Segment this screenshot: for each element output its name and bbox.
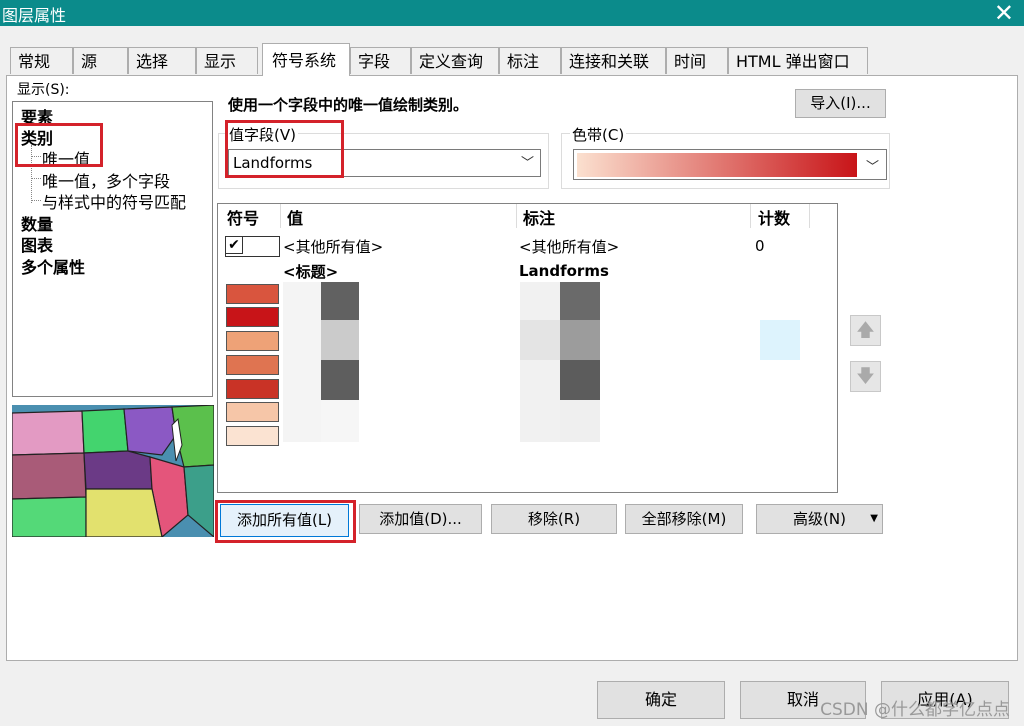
column-divider: [750, 204, 751, 228]
close-icon[interactable]: ✕: [994, 0, 1014, 26]
import-button[interactable]: 导入(I)...: [795, 89, 886, 118]
move-down-button[interactable]: 🡇: [850, 361, 881, 392]
advanced-button[interactable]: 高级(N) ▼: [756, 504, 883, 534]
other-values-value: <其他所有值>: [283, 238, 384, 256]
other-values-label: <其他所有值>: [519, 238, 620, 256]
title-bar: [0, 0, 1024, 26]
advanced-button-label: 高级(N): [793, 510, 846, 528]
symbol-swatch[interactable]: [226, 379, 279, 399]
redacted-value: [321, 320, 359, 360]
tab-time[interactable]: 时间: [666, 47, 728, 74]
redacted-label: [560, 400, 600, 442]
column-divider: [809, 204, 810, 228]
symbol-swatch[interactable]: [226, 426, 279, 446]
redacted-label: [520, 282, 560, 442]
symbol-swatch[interactable]: [226, 284, 279, 304]
watermark: CSDN @什么都学亿点点: [820, 700, 1010, 720]
remove-button[interactable]: 移除(R): [491, 504, 617, 534]
symbol-swatch[interactable]: [226, 331, 279, 351]
tab-labels[interactable]: 标注: [499, 47, 561, 74]
symbol-swatch[interactable]: [226, 355, 279, 375]
redacted-count: [760, 320, 800, 360]
column-header-count[interactable]: 计数: [758, 205, 790, 229]
column-divider: [516, 204, 517, 228]
heading-row-label: Landforms: [519, 262, 609, 280]
tree-connector: [31, 200, 41, 201]
preview-map: [12, 405, 214, 537]
tab-html-popup[interactable]: HTML 弹出窗口: [728, 47, 868, 74]
tab-joins-relates[interactable]: 连接和关联: [561, 47, 666, 74]
redacted-label: [560, 360, 600, 400]
tab-display[interactable]: 显示: [196, 47, 258, 74]
column-header-label[interactable]: 标注: [523, 205, 555, 229]
other-values-checkbox[interactable]: ✔: [225, 236, 243, 254]
symbology-description: 使用一个字段中的唯一值绘制类别。: [228, 96, 469, 114]
tree-item-charts[interactable]: 图表: [21, 232, 53, 256]
redacted-label: [560, 282, 600, 320]
redacted-label: [560, 320, 600, 360]
redacted-label: [520, 320, 560, 360]
ok-button[interactable]: 确定: [597, 681, 725, 719]
value-field-value: Landforms: [233, 154, 313, 172]
chevron-down-icon[interactable]: ﹀: [521, 152, 534, 171]
tab-symbology[interactable]: 符号系统: [262, 43, 350, 76]
heading-row-value: <标题>: [283, 263, 339, 281]
redacted-value: [321, 282, 359, 320]
add-all-values-button[interactable]: 添加所有值(L): [220, 504, 349, 537]
tab-definition-query[interactable]: 定义查询: [411, 47, 499, 74]
tree-connector: [31, 156, 41, 157]
remove-all-button[interactable]: 全部移除(M): [625, 504, 743, 534]
add-value-button[interactable]: 添加值(D)...: [359, 504, 482, 534]
redacted-value: [283, 282, 321, 442]
tree-item-unique-values[interactable]: 唯一值: [42, 146, 90, 170]
window-title: 图层属性: [2, 6, 67, 25]
color-ramp-gradient: [577, 153, 857, 177]
tab-selection[interactable]: 选择: [128, 47, 196, 74]
redacted-value: [321, 400, 359, 442]
show-label: 显示(S):: [17, 82, 70, 98]
column-header-value[interactable]: 值: [287, 205, 303, 229]
tree-item-multiple-attributes[interactable]: 多个属性: [21, 254, 85, 278]
symbol-swatch[interactable]: [226, 307, 279, 327]
symbol-swatch[interactable]: [226, 402, 279, 422]
dropdown-arrow-icon: ▼: [870, 513, 878, 524]
chevron-down-icon[interactable]: ﹀: [866, 156, 879, 175]
tab-fields[interactable]: 字段: [350, 47, 411, 74]
tree-connector: [31, 178, 41, 179]
tab-source[interactable]: 源: [73, 47, 128, 74]
tree-connector: [31, 145, 32, 203]
redacted-value: [321, 360, 359, 400]
tree-item-match-to-style[interactable]: 与样式中的符号匹配: [42, 189, 186, 213]
move-up-button[interactable]: 🡅: [850, 315, 881, 346]
column-header-symbol[interactable]: 符号: [227, 205, 259, 229]
color-ramp-label: 色带(C): [570, 124, 627, 145]
other-values-count: 0: [755, 237, 765, 255]
column-divider: [280, 204, 281, 228]
value-field-label: 值字段(V): [227, 124, 298, 145]
tab-general[interactable]: 常规: [10, 47, 73, 74]
